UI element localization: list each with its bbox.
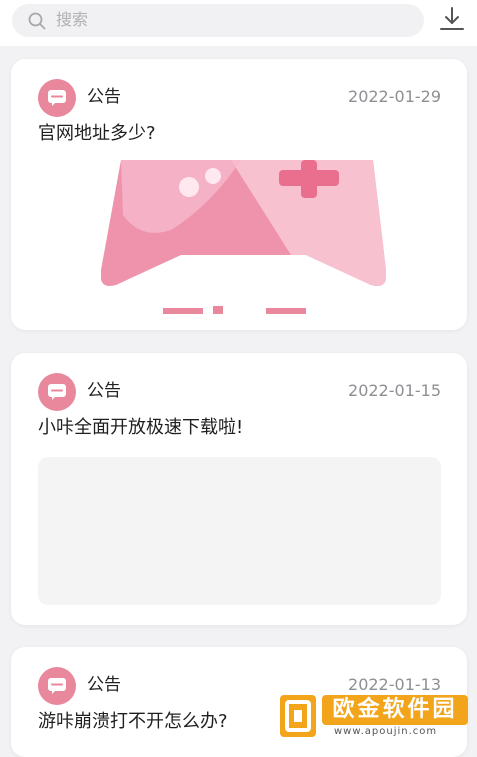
post-title: 官网地址多少? [38,123,156,144]
search-icon [28,12,46,30]
download-icon[interactable] [438,5,466,33]
search-placeholder: 搜索 [56,10,89,29]
announcement-label: 公告 [87,87,121,107]
announcement-card[interactable]: 公告 2022-01-15 小咔全面开放极速下载啦! [11,353,467,625]
site-watermark: 欧金软件园 www.apoujin.com [278,693,470,739]
post-date: 2022-01-29 [348,87,441,106]
gamepad-image [101,160,386,314]
message-icon [38,373,76,411]
watermark-brand: 欧金软件园 [322,695,468,725]
message-icon [38,667,76,705]
announcement-card[interactable]: 公告 2022-01-29 官网地址多少? [11,59,467,330]
search-box[interactable]: 搜索 [12,4,424,37]
post-date: 2022-01-13 [348,675,441,694]
post-image-placeholder [38,457,441,605]
message-icon [38,79,76,117]
post-date: 2022-01-15 [348,381,441,400]
post-title: 小咔全面开放极速下载啦! [38,417,244,438]
watermark-url: www.apoujin.com [334,726,438,737]
watermark-logo-icon [280,695,316,737]
announcement-label: 公告 [87,675,121,695]
announcement-label: 公告 [87,381,121,401]
post-title: 游咔崩溃打不开怎么办? [38,711,228,732]
top-bar: 搜索 [0,0,477,46]
